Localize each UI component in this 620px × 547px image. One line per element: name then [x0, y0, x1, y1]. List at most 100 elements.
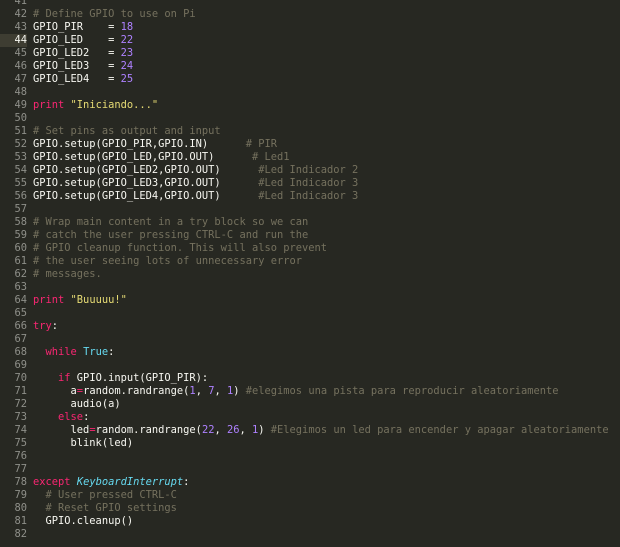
code-line[interactable]: 73 else: — [0, 411, 620, 424]
line-number: 54 — [14, 164, 27, 176]
line-number: 51 — [14, 125, 27, 137]
code-line[interactable]: 69 — [0, 359, 620, 372]
code-text: # the user seeing lots of unnecessary er… — [33, 255, 302, 268]
code-token: # catch the user pressing CTRL-C and run… — [33, 229, 309, 241]
code-line[interactable]: 81 GPIO.cleanup() — [0, 515, 620, 528]
code-line[interactable]: 61 # the user seeing lots of unnecessary … — [0, 255, 620, 268]
code-line[interactable]: 71 a=random.randrange(1, 7, 1) #elegimos… — [0, 385, 620, 398]
code-token: #Led Indicador 2 — [258, 164, 359, 176]
code-line[interactable]: 46 GPIO_LED3 = 24 — [0, 60, 620, 73]
code-line[interactable]: 56 GPIO.setup(GPIO_LED4,GPIO.OUT) #Led In… — [0, 190, 620, 203]
code-text: # Reset GPIO settings — [33, 502, 177, 515]
line-number: 46 — [14, 60, 27, 72]
code-token: : — [183, 476, 190, 488]
line-number: 79 — [14, 489, 27, 501]
line-number: 73 — [14, 411, 27, 423]
code-token: audio(a) — [33, 398, 121, 410]
code-line[interactable]: 42 # Define GPIO to use on Pi — [0, 8, 620, 21]
code-token: , — [214, 424, 227, 436]
code-line[interactable]: 77 — [0, 463, 620, 476]
line-number: 52 — [14, 138, 27, 150]
line-number: 80 — [14, 502, 27, 514]
line-number: 48 — [14, 86, 27, 98]
code-token: GPIO.input(GPIO_PIR): — [70, 372, 209, 384]
code-text: # Define GPIO to use on Pi — [33, 8, 196, 21]
code-line[interactable]: 51 # Set pins as output and input — [0, 125, 620, 138]
code-line[interactable]: 78 except KeyboardInterrupt: — [0, 476, 620, 489]
code-token: , — [214, 385, 227, 397]
code-token: "Iniciando..." — [70, 99, 159, 111]
code-token: # Led1 — [251, 151, 290, 163]
line-number: 42 — [14, 8, 27, 20]
line-number: 41 — [14, 0, 27, 7]
code-token: 22 — [201, 424, 215, 436]
code-line[interactable]: 57 — [0, 203, 620, 216]
code-line[interactable]: 54 GPIO.setup(GPIO_LED2,GPIO.OUT) #Led In… — [0, 164, 620, 177]
code-text: # catch the user pressing CTRL-C and run… — [33, 229, 308, 242]
code-line[interactable]: 53 GPIO.setup(GPIO_LED,GPIO.OUT) # Led1 — [0, 151, 620, 164]
code-token: if — [58, 372, 71, 384]
code-line[interactable]: 72 audio(a) — [0, 398, 620, 411]
line-number: 67 — [14, 333, 27, 345]
code-line[interactable]: 74 led=random.randrange(22, 26, 1) #Eleg… — [0, 424, 620, 437]
code-line[interactable]: 64 print "Buuuuu!" — [0, 294, 620, 307]
code-text: blink(led) — [33, 437, 134, 450]
line-number: 76 — [14, 450, 27, 462]
code-editor[interactable]: 41 42 # Define GPIO to use on Pi 43 GPIO_PIR… — [0, 0, 620, 547]
code-line[interactable]: 52 GPIO.setup(GPIO_PIR,GPIO.IN) # PIR — [0, 138, 620, 151]
code-line[interactable]: 76 — [0, 450, 620, 463]
code-line[interactable]: 55 GPIO.setup(GPIO_LED3,GPIO.OUT) #Led In… — [0, 177, 620, 190]
code-token: 23 — [120, 47, 134, 59]
line-number: 75 — [14, 437, 27, 449]
code-token: GPIO_LED4 = — [33, 73, 121, 85]
code-text: else: — [33, 411, 89, 424]
code-text: # User pressed CTRL-C — [33, 489, 177, 502]
code-text: a=random.randrange(1, 7, 1) #elegimos un… — [33, 385, 559, 398]
code-token: GPIO_LED2 = — [33, 47, 121, 59]
code-token: # Define GPIO to use on Pi — [33, 8, 196, 20]
code-token: print — [33, 294, 65, 306]
code-token: # GPIO cleanup function. This will also … — [33, 242, 328, 254]
code-line[interactable]: 75 blink(led) — [0, 437, 620, 450]
code-token: #elegimos una pista para reproducir alea… — [245, 385, 559, 397]
code-line[interactable]: 41 — [0, 0, 620, 8]
code-token: except — [33, 476, 71, 488]
code-line[interactable]: 49 print "Iniciando..." — [0, 99, 620, 112]
line-number: 66 — [14, 320, 27, 332]
code-token: GPIO.setup(GPIO_LED,GPIO.OUT) — [33, 151, 252, 163]
code-text: # GPIO cleanup function. This will also … — [33, 242, 327, 255]
code-line[interactable]: 47 GPIO_LED4 = 25 — [0, 73, 620, 86]
code-line[interactable]: 48 — [0, 86, 620, 99]
code-line[interactable]: 62 # messages. — [0, 268, 620, 281]
code-token: a — [33, 385, 77, 397]
code-token: # PIR — [245, 138, 277, 150]
code-line[interactable]: 70 if GPIO.input(GPIO_PIR): — [0, 372, 620, 385]
code-text: try: — [33, 320, 58, 333]
code-line[interactable]: 79 # User pressed CTRL-C — [0, 489, 620, 502]
code-line[interactable]: 59 # catch the user pressing CTRL-C and r… — [0, 229, 620, 242]
code-line[interactable]: 58 # Wrap main content in a try block so … — [0, 216, 620, 229]
code-token: GPIO.setup(GPIO_LED3,GPIO.OUT) — [33, 177, 259, 189]
code-line[interactable]: 66 try: — [0, 320, 620, 333]
code-token: , — [239, 424, 252, 436]
code-line[interactable]: 60 # GPIO cleanup function. This will als… — [0, 242, 620, 255]
code-line[interactable]: 63 — [0, 281, 620, 294]
code-line[interactable]: 43 GPIO_PIR = 18 — [0, 21, 620, 34]
code-token: led — [33, 424, 90, 436]
line-number: 61 — [14, 255, 27, 267]
code-token: GPIO.cleanup() — [33, 515, 134, 527]
code-line[interactable]: 82 — [0, 528, 620, 541]
line-number: 65 — [14, 307, 27, 319]
code-line[interactable]: 65 — [0, 307, 620, 320]
code-token: : — [108, 346, 115, 358]
code-token: # Reset GPIO settings — [45, 502, 177, 514]
code-token: random.randrange( — [95, 424, 202, 436]
code-token: # Set pins as output and input — [33, 125, 221, 137]
code-line[interactable]: 50 — [0, 112, 620, 125]
code-line[interactable]: 67 — [0, 333, 620, 346]
line-number: 45 — [14, 47, 27, 59]
code-line[interactable]: 44 GPIO_LED = 22 — [0, 34, 620, 47]
code-line[interactable]: 68 while True: — [0, 346, 620, 359]
code-line[interactable]: 80 # Reset GPIO settings — [0, 502, 620, 515]
code-line[interactable]: 45 GPIO_LED2 = 23 — [0, 47, 620, 60]
